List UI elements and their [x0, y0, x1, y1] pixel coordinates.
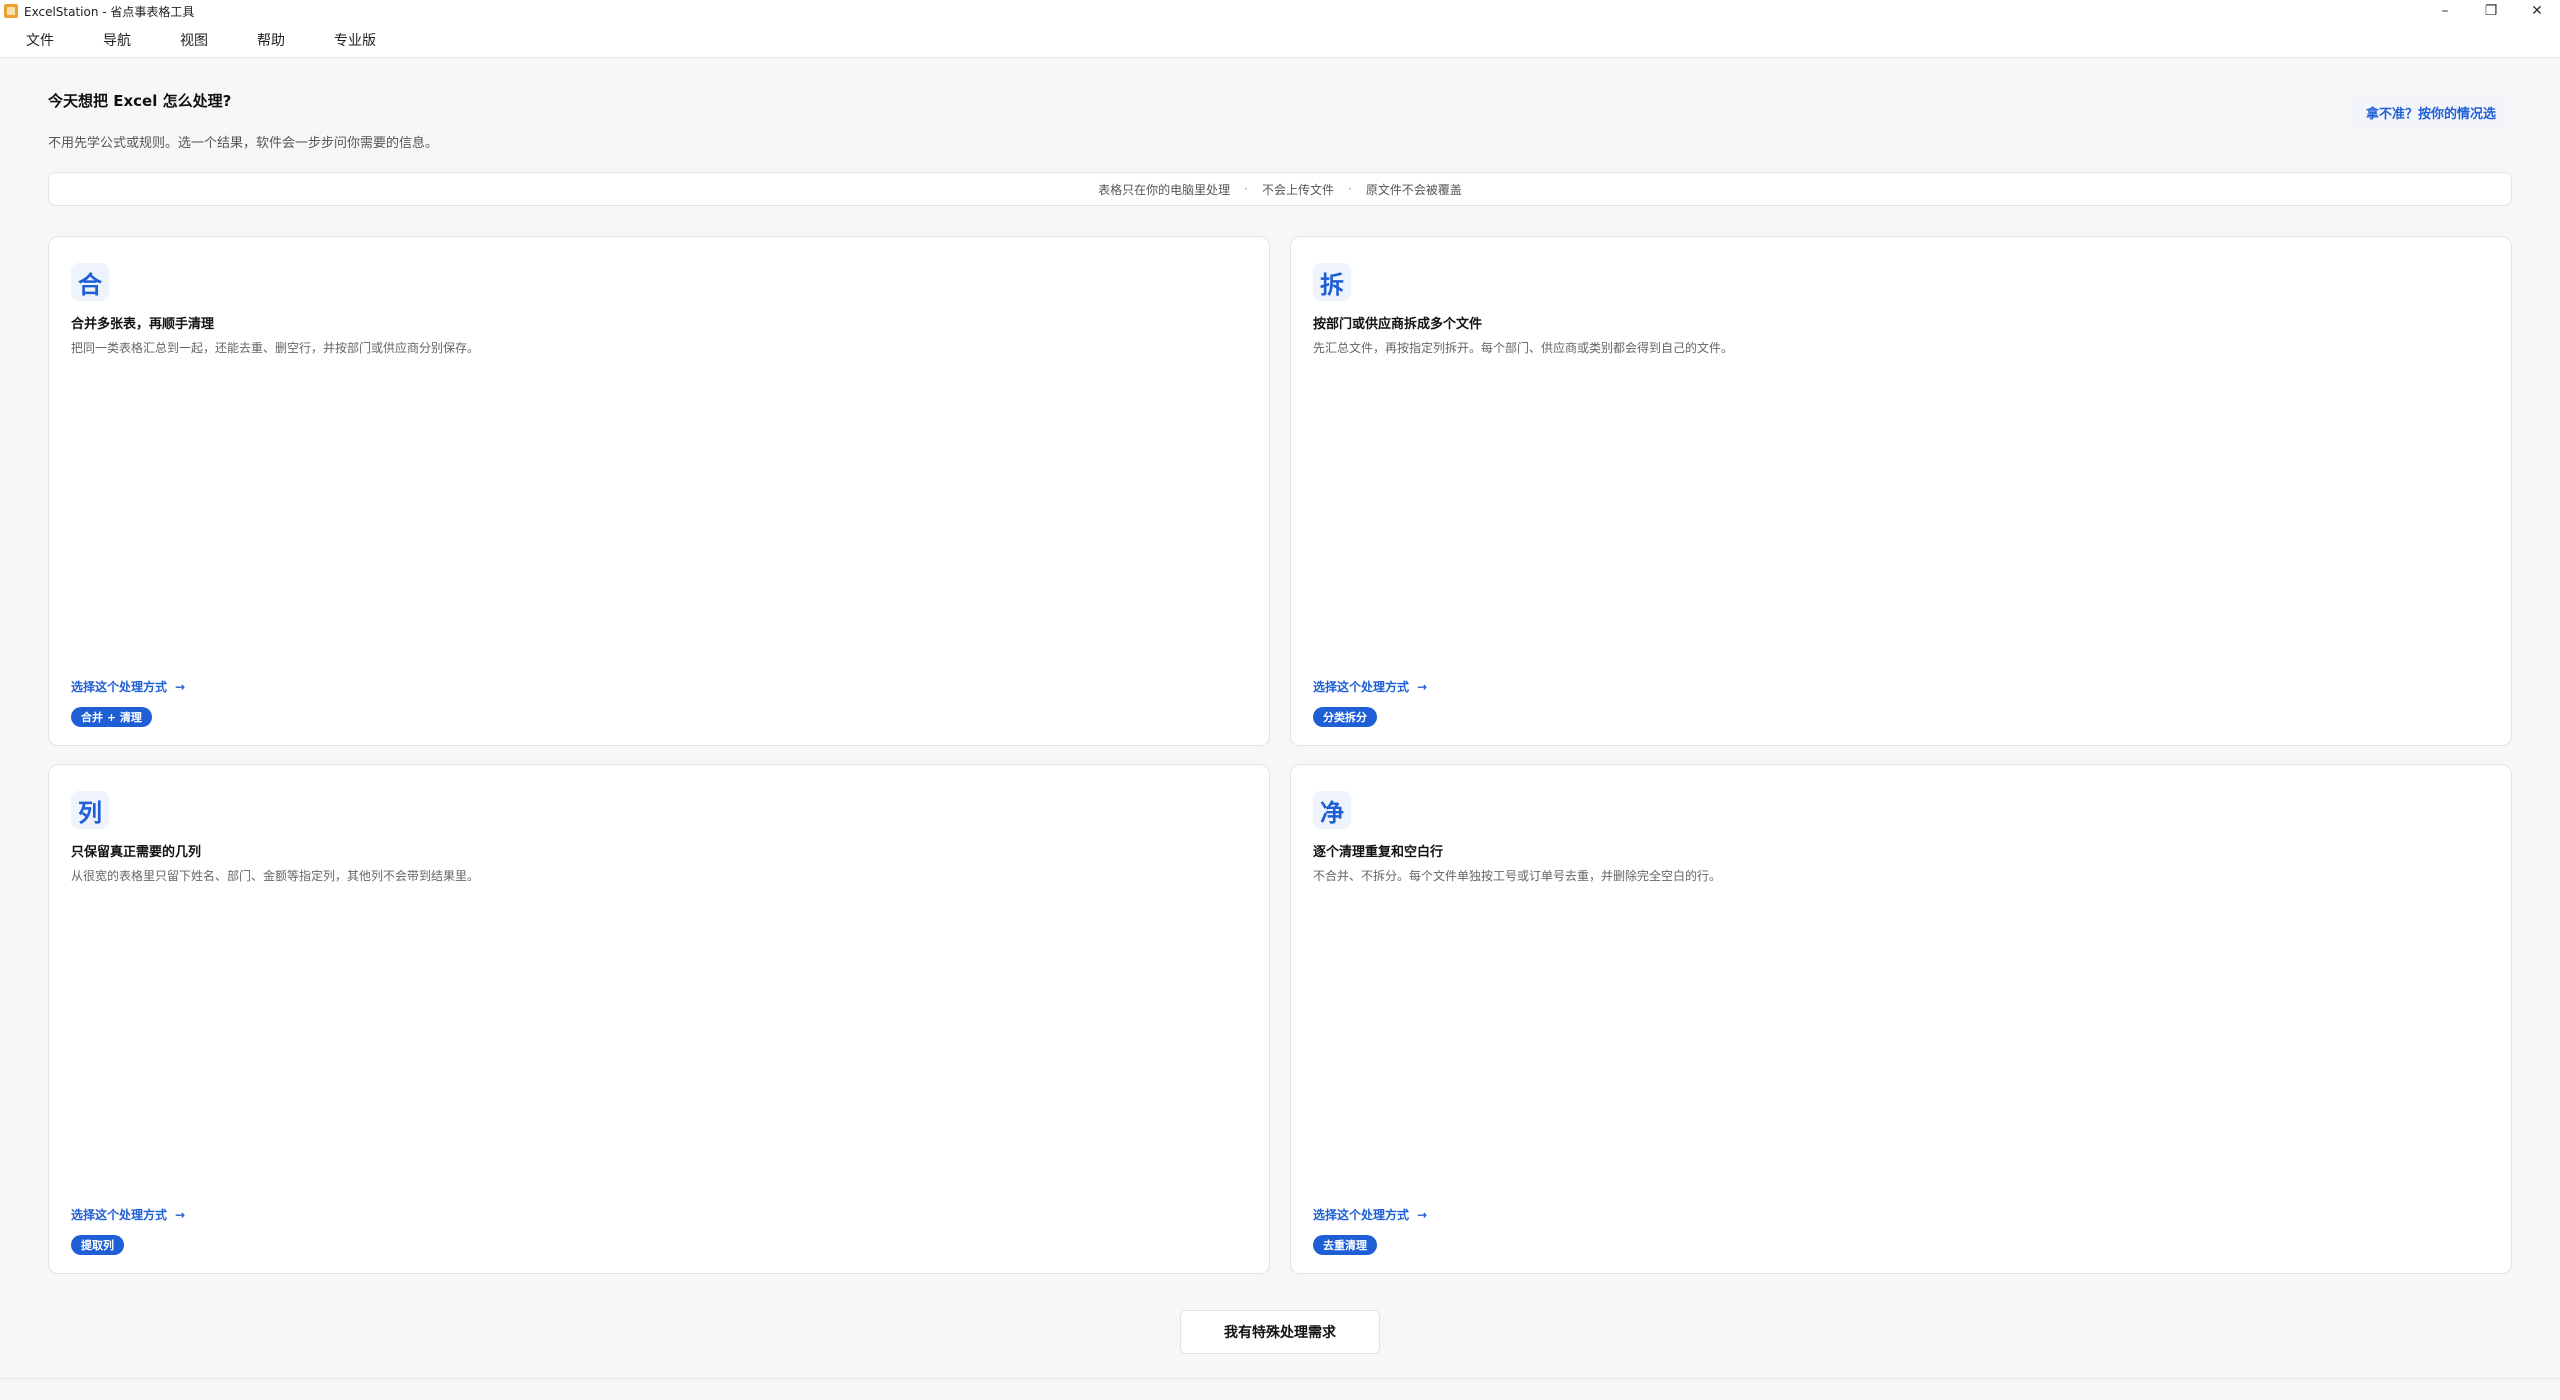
select-option-label: 选择这个处理方式 — [1313, 1208, 1410, 1222]
card-description: 从很宽的表格里只留下姓名、部门、金额等指定列，其他列不会带到结果里。 — [71, 869, 480, 883]
window-title: ExcelStation - 省点事表格工具 — [24, 4, 195, 19]
arrow-right-icon: → — [1417, 1208, 1428, 1222]
menu-bar: 文件 导航 视图 帮助 专业版 — [0, 22, 2560, 58]
menu-file[interactable]: 文件 — [16, 26, 64, 54]
bottom-divider — [0, 1378, 2560, 1379]
app-logo-icon — [4, 4, 18, 18]
card-description: 不合并、不拆分。每个文件单独按工号或订单号去重，并删除完全空白的行。 — [1313, 869, 1722, 883]
title-bar: ExcelStation - 省点事表格工具 – ❐ ✕ — [0, 0, 2560, 22]
clean-icon: 净 — [1313, 791, 1351, 829]
privacy-no-overwrite: 原文件不会被覆盖 — [1365, 182, 1462, 197]
card-badge: 分类拆分 — [1313, 707, 1377, 727]
minimize-button[interactable]: – — [2422, 0, 2468, 22]
privacy-notice: 表格只在你的电脑里处理 · 不会上传文件 · 原文件不会被覆盖 — [48, 172, 2512, 206]
card-badge: 提取列 — [71, 1235, 124, 1255]
card-extract-columns[interactable]: 列 只保留真正需要的几列 从很宽的表格里只留下姓名、部门、金额等指定列，其他列不… — [48, 764, 1270, 1274]
privacy-local: 表格只在你的电脑里处理 — [1098, 182, 1231, 197]
restore-button[interactable]: ❐ — [2468, 0, 2514, 22]
card-badge: 去重清理 — [1313, 1235, 1377, 1255]
card-title: 合并多张表，再顺手清理 — [71, 317, 215, 332]
card-title: 只保留真正需要的几列 — [71, 845, 202, 860]
select-option-label: 选择这个处理方式 — [71, 680, 168, 694]
card-split[interactable]: 拆 按部门或供应商拆成多个文件 先汇总文件，再按指定列拆开。每个部门、供应商或类… — [1290, 236, 2512, 746]
select-option-link[interactable]: 选择这个处理方式 → — [1313, 678, 1427, 695]
window-controls: – ❐ ✕ — [2422, 0, 2560, 22]
privacy-no-upload: 不会上传文件 — [1261, 182, 1334, 197]
option-cards: 合 合并多张表，再顺手清理 把同一类表格汇总到一起，还能去重、删空行，并按部门或… — [48, 236, 2512, 1274]
card-badge: 合并 + 清理 — [71, 707, 152, 727]
special-request-button[interactable]: 我有特殊处理需求 — [1180, 1310, 1380, 1354]
select-option-label: 选择这个处理方式 — [71, 1208, 168, 1222]
select-option-label: 选择这个处理方式 — [1313, 680, 1410, 694]
page-title: 今天想把 Excel 怎么处理? — [48, 92, 232, 110]
card-description: 先汇总文件，再按指定列拆开。每个部门、供应商或类别都会得到自己的文件。 — [1313, 341, 1734, 355]
merge-icon: 合 — [71, 263, 109, 301]
menu-pro[interactable]: 专业版 — [324, 26, 386, 54]
menu-navigate[interactable]: 导航 — [93, 26, 141, 54]
columns-icon: 列 — [71, 791, 109, 829]
card-description: 把同一类表格汇总到一起，还能去重、删空行，并按部门或供应商分别保存。 — [71, 341, 480, 355]
page-subtitle: 不用先学公式或规则。选一个结果，软件会一步步问你需要的信息。 — [48, 136, 439, 151]
help-choose-link[interactable]: 拿不准？按你的情况选 — [2351, 96, 2510, 128]
split-icon: 拆 — [1313, 263, 1351, 301]
arrow-right-icon: → — [175, 1208, 186, 1222]
card-merge-clean[interactable]: 合 合并多张表，再顺手清理 把同一类表格汇总到一起，还能去重、删空行，并按部门或… — [48, 236, 1270, 746]
menu-view[interactable]: 视图 — [170, 26, 218, 54]
privacy-separator: · — [1348, 182, 1352, 196]
card-dedupe-clean[interactable]: 净 逐个清理重复和空白行 不合并、不拆分。每个文件单独按工号或订单号去重，并删除… — [1290, 764, 2512, 1274]
card-title: 逐个清理重复和空白行 — [1313, 845, 1444, 860]
select-option-link[interactable]: 选择这个处理方式 → — [71, 678, 185, 695]
close-button[interactable]: ✕ — [2514, 0, 2560, 22]
privacy-separator: · — [1244, 182, 1248, 196]
menu-help[interactable]: 帮助 — [247, 26, 295, 54]
select-option-link[interactable]: 选择这个处理方式 → — [71, 1206, 185, 1223]
arrow-right-icon: → — [1417, 680, 1428, 694]
select-option-link[interactable]: 选择这个处理方式 → — [1313, 1206, 1427, 1223]
card-title: 按部门或供应商拆成多个文件 — [1313, 317, 1483, 332]
arrow-right-icon: → — [175, 680, 186, 694]
